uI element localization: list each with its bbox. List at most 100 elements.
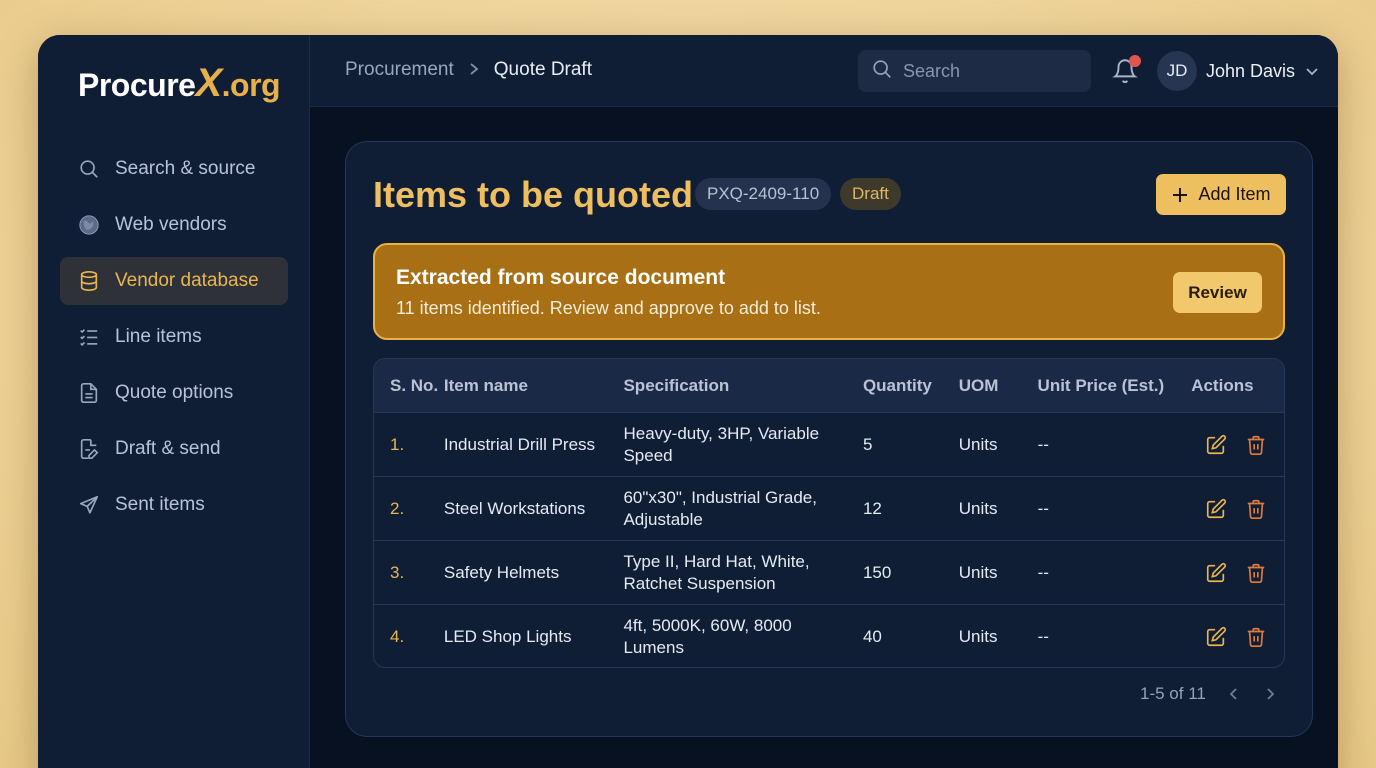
quote-id-badge: PXQ-2409-110: [695, 178, 832, 210]
item-uom: Units: [958, 562, 998, 582]
user-name: John Davis: [1206, 60, 1296, 81]
item-specification: 4ft, 5000K, 60W, 8000 Lumens: [623, 615, 792, 657]
delete-icon[interactable]: [1245, 498, 1267, 520]
item-specification: Type II, Hard Hat, White, Ratchet Suspen…: [623, 551, 810, 593]
item-quantity: 150: [862, 562, 892, 582]
delete-icon[interactable]: [1245, 434, 1267, 456]
row-number: 4.: [390, 626, 405, 646]
pagination-text: 1-5 of 11: [1140, 684, 1206, 703]
item-specification: Heavy-duty, 3HP, Variable Speed: [623, 423, 820, 465]
breadcrumb-procurement[interactable]: Procurement: [345, 59, 454, 81]
page-title: Items to be quoted: [373, 174, 694, 215]
sidebar-item-label: Line items: [115, 326, 202, 347]
table-row: 4. LED Shop Lights 4ft, 5000K, 60W, 8000…: [374, 604, 1284, 667]
table-row: 2. Steel Workstations 60"x30", Industria…: [374, 476, 1284, 540]
brand-name: Procure: [78, 67, 196, 103]
row-number: 3.: [390, 562, 405, 582]
delete-icon[interactable]: [1245, 562, 1267, 584]
send-icon: [78, 494, 100, 516]
brand-suffix: .org: [221, 67, 281, 103]
row-actions: [1191, 434, 1284, 456]
column-header-actions: Actions: [1191, 375, 1254, 395]
item-unit-price: --: [1037, 562, 1049, 582]
pagination: 1-5 of 11: [1140, 684, 1278, 704]
status-badge: Draft: [840, 178, 901, 210]
item-unit-price: --: [1037, 434, 1049, 454]
edit-icon[interactable]: [1205, 562, 1227, 584]
notification-dot: [1129, 55, 1141, 67]
column-header-sno: S. No.: [390, 375, 439, 395]
row-number: 1.: [390, 434, 405, 454]
item-quantity: 40: [862, 626, 882, 646]
notification-button[interactable]: [1112, 55, 1141, 85]
sidebar-item-label: Sent items: [115, 494, 205, 515]
item-uom: Units: [958, 626, 998, 646]
search-icon: [871, 58, 893, 85]
row-actions: [1191, 562, 1284, 584]
column-header-specification: Specification: [623, 375, 730, 395]
document-icon: [78, 382, 100, 404]
item-unit-price: --: [1037, 498, 1049, 518]
edit-icon[interactable]: [1205, 498, 1227, 520]
column-header-quantity: Quantity: [862, 375, 932, 395]
globe-icon: [78, 214, 100, 236]
chevron-right-icon[interactable]: [1262, 686, 1278, 702]
sidebar-item-label: Web vendors: [115, 214, 227, 235]
sidebar-item-vendor-database[interactable]: Vendor database: [60, 257, 288, 305]
extraction-banner: Extracted from source document 11 items …: [373, 243, 1285, 340]
item-name: LED Shop Lights: [443, 626, 572, 646]
quote-items-card: Items to be quoted PXQ-2409-110 Draft Ad…: [345, 141, 1313, 737]
delete-icon[interactable]: [1245, 626, 1267, 648]
sidebar-item-label: Search & source: [115, 158, 256, 179]
sidebar-nav: Search & source Web vendors Vendor datab…: [60, 145, 288, 537]
item-uom: Units: [958, 498, 998, 518]
item-name: Industrial Drill Press: [443, 434, 596, 454]
items-table: S. No. Item name Specification Quantity …: [373, 358, 1285, 668]
row-actions: [1191, 626, 1284, 648]
topbar: Procurement Quote Draft JD John Davis: [310, 35, 1338, 107]
item-quantity: 12: [862, 498, 882, 518]
item-name: Steel Workstations: [443, 498, 586, 518]
search-input[interactable]: [903, 60, 1073, 82]
document-edit-icon: [78, 438, 100, 460]
sidebar-item-label: Draft & send: [115, 438, 221, 459]
sidebar-item-line-items[interactable]: Line items: [60, 313, 288, 361]
review-button[interactable]: Review: [1173, 272, 1262, 313]
add-item-button[interactable]: Add Item: [1156, 174, 1286, 215]
sidebar-item-label: Quote options: [115, 382, 234, 403]
table-header: S. No. Item name Specification Quantity …: [374, 359, 1284, 412]
table-row: 3. Safety Helmets Type II, Hard Hat, Whi…: [374, 540, 1284, 604]
sidebar-item-quote-options[interactable]: Quote options: [60, 369, 288, 417]
avatar: JD: [1157, 51, 1197, 91]
row-number: 2.: [390, 498, 405, 518]
sidebar-item-draft-send[interactable]: Draft & send: [60, 425, 288, 473]
item-quantity: 5: [862, 434, 873, 454]
sidebar-item-search-source[interactable]: Search & source: [60, 145, 288, 193]
plus-icon: [1173, 187, 1188, 202]
column-header-uom: UOM: [958, 375, 999, 395]
chevron-down-icon: [1306, 68, 1318, 76]
brand-logo[interactable]: ProcureX.org: [78, 61, 281, 106]
sidebar-item-label: Vendor database: [115, 270, 259, 291]
sidebar-item-sent-items[interactable]: Sent items: [60, 481, 288, 529]
user-menu[interactable]: JD John Davis: [1157, 51, 1319, 91]
chevron-left-icon[interactable]: [1226, 686, 1242, 702]
banner-text: 11 items identified. Review and approve …: [396, 298, 821, 318]
column-header-item-name: Item name: [443, 375, 528, 395]
item-specification: 60"x30", Industrial Grade, Adjustable: [623, 487, 817, 529]
edit-icon[interactable]: [1205, 434, 1227, 456]
column-header-unit-price: Unit Price (Est.): [1037, 375, 1165, 395]
search-box[interactable]: [858, 50, 1091, 92]
brand-x: X: [195, 61, 222, 105]
chevron-right-icon: [468, 60, 480, 81]
search-icon: [78, 158, 100, 180]
main-content: Procurement Quote Draft JD John Davis: [310, 35, 1338, 768]
sidebar: ProcureX.org Search & source Web vendors…: [38, 35, 310, 768]
banner-title: Extracted from source document: [396, 266, 726, 289]
sidebar-item-web-vendors[interactable]: Web vendors: [60, 201, 288, 249]
edit-icon[interactable]: [1205, 626, 1227, 648]
app-window: ProcureX.org Search & source Web vendors…: [38, 35, 1338, 768]
item-uom: Units: [958, 434, 998, 454]
table-row: 1. Industrial Drill Press Heavy-duty, 3H…: [374, 412, 1284, 476]
item-name: Safety Helmets: [443, 562, 560, 582]
